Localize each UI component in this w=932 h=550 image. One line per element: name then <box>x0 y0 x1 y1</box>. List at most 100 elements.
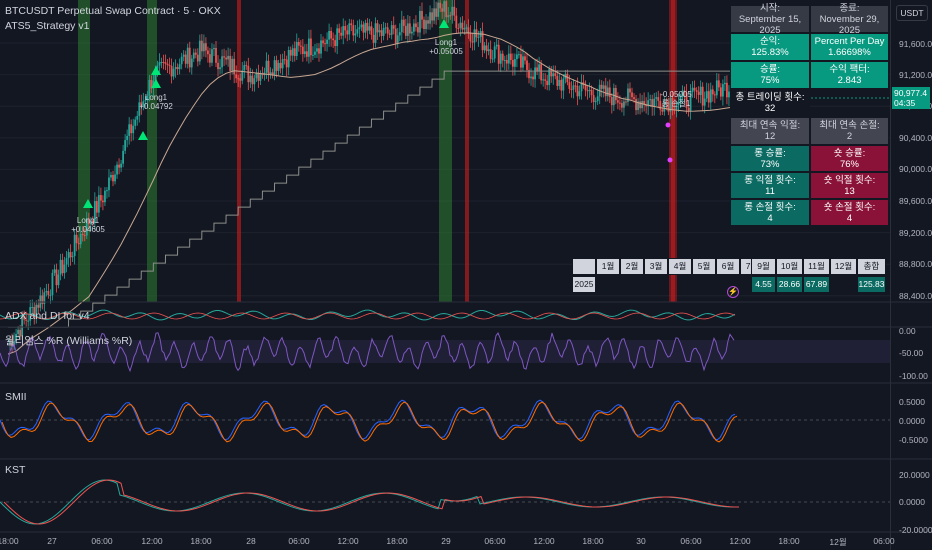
candle-body <box>301 46 304 54</box>
candle-body <box>217 62 219 70</box>
candle-body <box>588 89 591 91</box>
candle-body <box>55 269 58 286</box>
long-signal-band <box>147 0 157 302</box>
candle-body <box>134 119 137 126</box>
candle-body <box>633 97 635 100</box>
time-label: 18:00 <box>778 536 800 546</box>
candle-body <box>437 2 440 17</box>
kst-axis-label: -20.0000 <box>899 525 932 534</box>
candle-body <box>168 65 171 67</box>
time-label: 12:00 <box>729 536 751 546</box>
candle-body <box>95 201 98 213</box>
candle-body <box>102 200 104 203</box>
lightning-icon[interactable]: ⚡ <box>727 286 739 298</box>
candle-body <box>207 50 209 55</box>
smii-axis-label: -0.5000 <box>899 435 928 445</box>
candle-body <box>400 19 403 33</box>
candle-body <box>653 98 656 107</box>
candle-body <box>616 100 619 103</box>
candle-body <box>223 56 225 58</box>
candle-body <box>192 52 195 59</box>
candle-body <box>435 8 438 17</box>
williams-label: 윌리엄스 %R (Williams %R) <box>5 335 133 347</box>
price-label: 91,200.0 <box>899 70 932 80</box>
time-label: 18:00 <box>0 536 19 546</box>
candle-body <box>560 79 563 91</box>
candle-body <box>522 56 524 68</box>
candle-body <box>604 85 607 97</box>
candle-body <box>126 135 129 141</box>
candle-body <box>449 15 452 17</box>
trade-marker-label: Long1 +0.05005 <box>429 38 463 56</box>
candle-body <box>423 19 425 30</box>
candle-body <box>384 27 387 29</box>
candle-body <box>71 256 74 258</box>
candle-body <box>518 54 520 56</box>
time-label: 12:00 <box>141 536 163 546</box>
candle-body <box>174 67 177 69</box>
candle-body <box>657 97 660 101</box>
stats-short-tp: 숏 익절 횟수: 13 <box>810 172 889 199</box>
candle-body <box>297 41 300 46</box>
candle-body <box>386 27 389 34</box>
candle-body <box>332 38 335 41</box>
candle-body <box>516 54 518 60</box>
candle-body <box>358 27 361 30</box>
stats-profit-factor: 수익 팩터: 2.843 <box>810 61 889 89</box>
candle-body <box>578 91 581 97</box>
candle-body <box>229 55 232 71</box>
strategy-name: ATS5_Strategy v1 <box>5 20 90 32</box>
candle-body <box>370 26 373 35</box>
candle-body <box>209 54 211 63</box>
trade-marker-label: Long1 +0.04605 <box>71 216 105 234</box>
month-header: 10월 <box>776 258 803 275</box>
candle-body <box>310 38 312 56</box>
candle-body <box>695 90 698 92</box>
candle-body <box>726 82 728 98</box>
candle-body <box>421 10 423 20</box>
candle-body <box>245 65 248 67</box>
candle-body <box>283 59 286 61</box>
candle-body <box>419 10 421 33</box>
candle-body <box>455 15 458 28</box>
currency-button[interactable]: USDT <box>896 5 928 21</box>
time-label: 06:00 <box>91 536 113 546</box>
candle-body <box>715 80 718 96</box>
candle-body <box>388 33 391 35</box>
candle-body <box>477 36 480 38</box>
month-header: 4월 <box>668 258 692 275</box>
candle-body <box>116 164 118 175</box>
candle-body <box>546 80 549 86</box>
candle-body <box>281 59 284 69</box>
candle-body <box>649 99 652 101</box>
candle-body <box>307 38 310 57</box>
candle-body <box>713 94 716 96</box>
candle-body <box>641 101 644 109</box>
exit-signal-line <box>237 0 241 302</box>
candle-body <box>406 23 409 36</box>
candle-body <box>47 291 50 296</box>
candle-body <box>340 32 343 36</box>
candle-body <box>285 59 288 68</box>
monthly-corner-cell <box>572 258 596 275</box>
candle-body <box>37 304 40 308</box>
candle-body <box>600 84 603 89</box>
candle-body <box>233 58 236 75</box>
candle-body <box>348 23 351 35</box>
time-label: 12월 <box>829 537 847 547</box>
candle-body <box>59 259 62 275</box>
time-label: 12:00 <box>533 536 555 546</box>
candle-body <box>45 291 48 293</box>
candle-body <box>364 22 367 33</box>
candle-body <box>180 56 183 65</box>
candle-body <box>526 60 528 71</box>
candle-body <box>402 19 405 26</box>
candle-body <box>130 124 133 134</box>
candle-body <box>374 23 377 43</box>
long-signal-band <box>78 0 90 302</box>
candle-body <box>69 252 72 258</box>
adx-label: ADX and DI for v4 <box>5 310 90 322</box>
candle-body <box>586 90 589 92</box>
candle-body <box>392 25 395 29</box>
candle-body <box>334 40 337 47</box>
